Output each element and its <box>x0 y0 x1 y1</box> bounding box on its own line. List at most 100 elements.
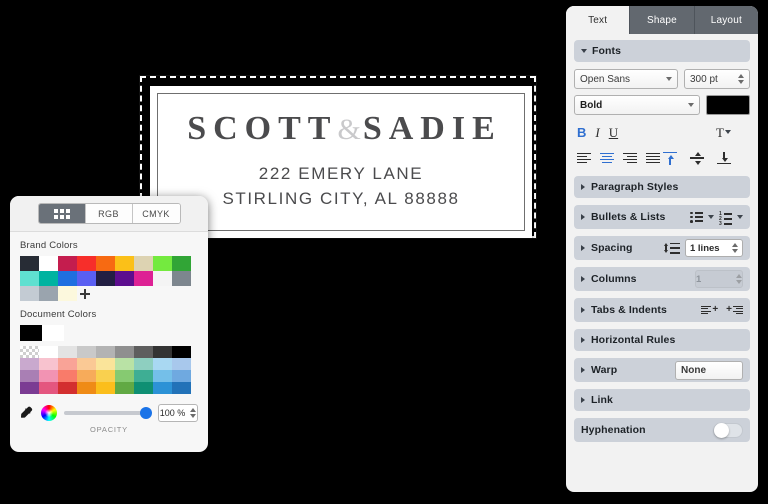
color-mode-segmented-control[interactable]: RGB CMYK <box>37 203 181 224</box>
palette-swatch[interactable] <box>58 382 77 394</box>
palette-swatch[interactable] <box>20 346 39 358</box>
font-color-swatch[interactable] <box>706 95 750 115</box>
decrease-indent-icon[interactable]: + <box>701 305 718 315</box>
brand-color-swatch[interactable] <box>96 271 115 286</box>
brand-color-swatch[interactable] <box>39 286 58 301</box>
font-style-select[interactable]: Bold <box>574 95 700 115</box>
document-current-colors[interactable] <box>20 325 198 341</box>
increase-indent-icon[interactable]: + <box>726 305 743 315</box>
align-right-button[interactable] <box>623 152 637 164</box>
palette-swatch[interactable] <box>96 382 115 394</box>
section-paragraph-styles[interactable]: Paragraph Styles <box>574 176 750 198</box>
palette-swatch[interactable] <box>134 346 153 358</box>
font-family-select[interactable]: Open Sans <box>574 69 678 89</box>
section-warp[interactable]: Warp None <box>574 358 750 382</box>
palette-swatch[interactable] <box>134 358 153 370</box>
bold-button[interactable]: B <box>577 126 586 139</box>
brand-color-swatch[interactable] <box>58 286 77 301</box>
palette-swatch[interactable] <box>115 370 134 382</box>
brand-color-swatch[interactable] <box>172 256 191 271</box>
palette-swatch[interactable] <box>20 358 39 370</box>
palette-swatch[interactable] <box>134 370 153 382</box>
color-mode-cmyk-tab[interactable]: CMYK <box>132 204 180 223</box>
opacity-value-field[interactable]: 100 % <box>158 404 198 422</box>
numbered-list-icon[interactable]: 1 2 3 <box>719 211 732 226</box>
align-center-button[interactable] <box>600 152 614 164</box>
underline-button[interactable]: U <box>609 126 618 139</box>
bulleted-list-icon[interactable] <box>690 211 703 223</box>
opacity-slider-knob[interactable] <box>140 407 152 419</box>
palette-swatch[interactable] <box>153 358 172 370</box>
line-spacing-icon[interactable] <box>664 242 680 254</box>
color-wheel-icon[interactable] <box>41 405 57 421</box>
palette-swatch[interactable] <box>96 358 115 370</box>
section-columns[interactable]: Columns 1 <box>574 267 750 291</box>
bulleted-list-chevron-down-icon[interactable] <box>708 215 714 219</box>
tab-shape[interactable]: Shape <box>630 6 695 34</box>
brand-colors-grid[interactable] <box>20 256 198 301</box>
brand-color-swatch[interactable] <box>77 271 96 286</box>
section-bullets-lists[interactable]: Bullets & Lists 1 2 3 <box>574 205 750 229</box>
valign-bottom-button[interactable] <box>717 151 731 165</box>
brand-color-swatch[interactable] <box>20 256 39 271</box>
color-palette-grid[interactable] <box>20 346 198 394</box>
section-spacing[interactable]: Spacing 1 lines <box>574 236 750 260</box>
brand-color-swatch[interactable] <box>20 286 39 301</box>
palette-swatch[interactable] <box>77 346 96 358</box>
columns-stepper[interactable] <box>736 274 742 284</box>
brand-color-swatch[interactable] <box>58 271 77 286</box>
palette-swatch[interactable] <box>58 346 77 358</box>
columns-field[interactable]: 1 <box>695 270 743 288</box>
brand-color-swatch[interactable] <box>153 271 172 286</box>
align-left-button[interactable] <box>577 152 591 164</box>
card-address-line1[interactable]: 222 EMERY LANE <box>259 162 423 187</box>
palette-swatch[interactable] <box>172 346 191 358</box>
palette-swatch[interactable] <box>77 382 96 394</box>
brand-color-swatch[interactable] <box>77 256 96 271</box>
line-spacing-field[interactable]: 1 lines <box>685 239 743 257</box>
palette-swatch[interactable] <box>39 370 58 382</box>
color-mode-swatches-tab[interactable] <box>38 204 86 223</box>
brand-color-swatch[interactable] <box>96 256 115 271</box>
palette-swatch[interactable] <box>39 346 58 358</box>
section-tabs-indents[interactable]: Tabs & Indents + + <box>574 298 750 322</box>
tab-text[interactable]: Text <box>566 6 631 34</box>
palette-swatch[interactable] <box>153 370 172 382</box>
palette-swatch[interactable] <box>153 346 172 358</box>
panel-tabs[interactable]: Text Shape Layout <box>566 6 758 34</box>
card-title[interactable]: SCOTT&SADIE <box>180 112 502 146</box>
section-horizontal-rules[interactable]: Horizontal Rules <box>574 329 750 351</box>
align-justify-button[interactable] <box>646 152 660 164</box>
section-link[interactable]: Link <box>574 389 750 411</box>
brand-color-swatch[interactable] <box>115 271 134 286</box>
eyedropper-icon[interactable] <box>20 406 34 420</box>
brand-color-swatch[interactable] <box>172 271 191 286</box>
palette-swatch[interactable] <box>115 382 134 394</box>
hyphenation-toggle[interactable] <box>713 422 743 438</box>
font-size-stepper[interactable] <box>738 74 744 84</box>
palette-swatch[interactable] <box>115 346 134 358</box>
palette-swatch[interactable] <box>77 370 96 382</box>
palette-swatch[interactable] <box>172 358 191 370</box>
font-size-field[interactable]: 300 pt <box>684 69 750 89</box>
card-address-line2[interactable]: STIRLING CITY, AL 88888 <box>222 187 459 212</box>
brand-color-swatch[interactable] <box>20 271 39 286</box>
color-mode-rgb-tab[interactable]: RGB <box>85 204 133 223</box>
tab-layout[interactable]: Layout <box>694 6 758 34</box>
line-spacing-stepper[interactable] <box>732 243 738 253</box>
opacity-stepper[interactable] <box>190 408 197 418</box>
palette-swatch[interactable] <box>96 346 115 358</box>
brand-color-swatch[interactable] <box>39 256 58 271</box>
palette-swatch[interactable] <box>77 358 96 370</box>
italic-button[interactable]: I <box>595 126 599 139</box>
brand-color-swatch[interactable] <box>153 256 172 271</box>
document-current-swatch[interactable] <box>42 325 64 341</box>
document-current-swatch[interactable] <box>20 325 42 341</box>
numbered-list-chevron-down-icon[interactable] <box>737 215 743 219</box>
brand-color-swatch[interactable] <box>134 256 153 271</box>
valign-top-button[interactable] <box>663 151 677 165</box>
palette-swatch[interactable] <box>172 382 191 394</box>
palette-swatch[interactable] <box>96 370 115 382</box>
brand-color-swatch[interactable] <box>39 271 58 286</box>
text-options-button[interactable]: T <box>716 126 731 139</box>
